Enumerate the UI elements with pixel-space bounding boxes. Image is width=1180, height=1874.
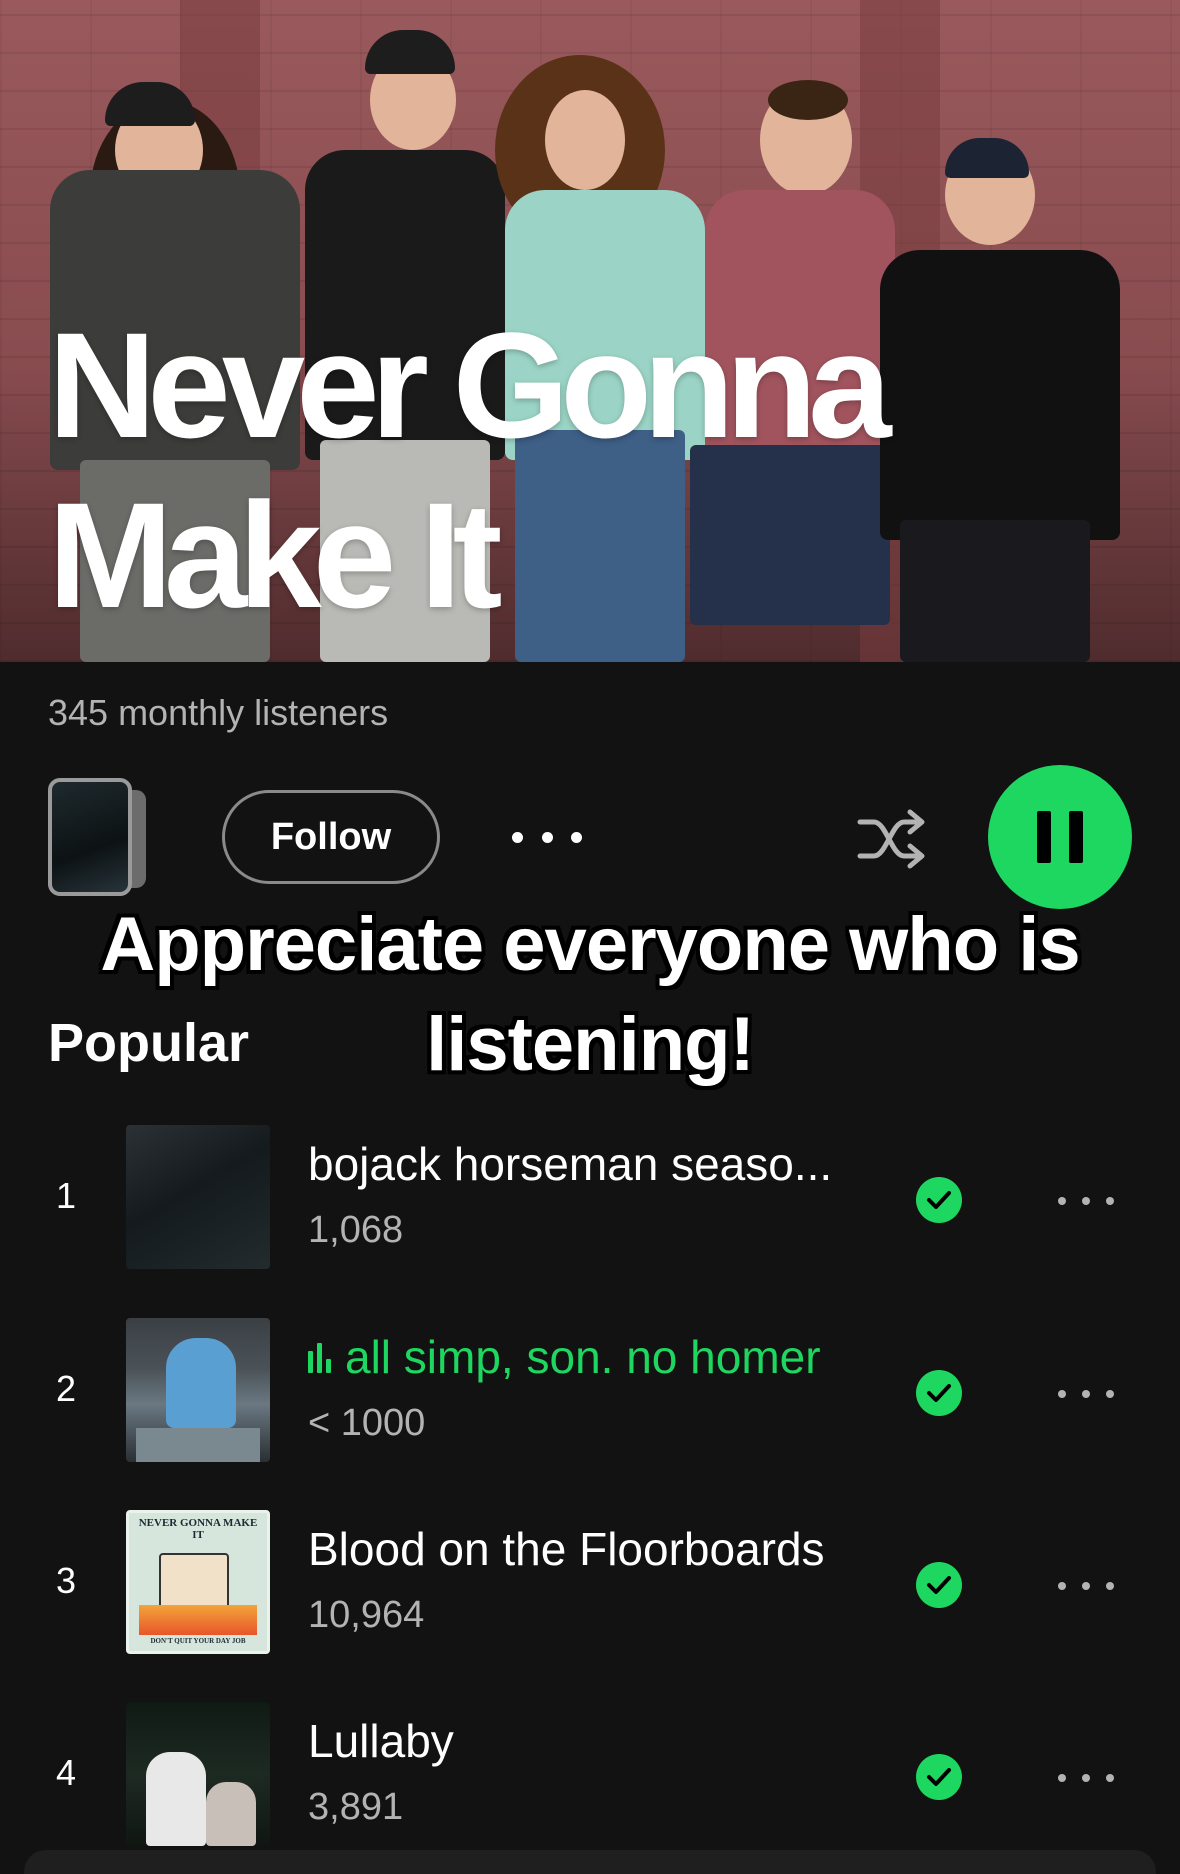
equalizer-bar xyxy=(317,1343,322,1373)
more-options-button[interactable] xyxy=(512,810,582,864)
follow-button[interactable]: Follow xyxy=(222,790,440,884)
track-more-button[interactable] xyxy=(1058,1388,1114,1400)
more-icon xyxy=(1058,1582,1066,1590)
equalizer-bar xyxy=(308,1351,313,1373)
cover-ground xyxy=(136,1428,260,1462)
track-row[interactable]: 1 bojack horseman seaso... 1,068 xyxy=(0,1125,1180,1275)
check-icon xyxy=(927,1768,951,1786)
more-icon xyxy=(1058,1197,1066,1205)
track-title: bojack horseman seaso... xyxy=(308,1138,833,1190)
track-cover-art xyxy=(126,1125,270,1269)
more-icon-dot xyxy=(1106,1582,1114,1590)
track-play-count: < 1000 xyxy=(308,1402,426,1444)
shuffle-icon xyxy=(857,809,925,869)
more-icon-dot xyxy=(1082,1390,1090,1398)
more-icon-dot xyxy=(1082,1197,1090,1205)
track-row[interactable]: 2 all simp, son. no homer < 1000 xyxy=(0,1318,1180,1468)
more-icon-dot xyxy=(1106,1774,1114,1782)
more-icon-dot xyxy=(1106,1390,1114,1398)
more-icon-dot xyxy=(1106,1197,1114,1205)
equalizer-icon xyxy=(308,1343,331,1373)
cover-art-subtitle: DON'T QUIT YOUR DAY JOB xyxy=(150,1637,246,1645)
track-cover-art xyxy=(126,1318,270,1462)
track-play-count: 3,891 xyxy=(308,1786,404,1828)
shark-costume xyxy=(166,1338,236,1428)
saved-check-button[interactable] xyxy=(916,1177,962,1223)
cover-flames xyxy=(139,1605,257,1635)
track-more-button[interactable] xyxy=(1058,1195,1114,1207)
track-title: all simp, son. no homer xyxy=(345,1331,821,1383)
track-row[interactable]: 4 Lullaby 3,891 xyxy=(0,1702,1180,1852)
track-title-now-playing: all simp, son. no homer xyxy=(308,1330,821,1384)
track-more-button[interactable] xyxy=(1058,1580,1114,1592)
track-rank: 1 xyxy=(56,1175,77,1216)
overlay-caption: Appreciate everyone who is listening! xyxy=(100,902,1080,1087)
more-icon-dot xyxy=(541,831,553,843)
pause-icon-bar xyxy=(1069,811,1083,863)
pause-button[interactable] xyxy=(988,765,1132,909)
cover-desk-figure xyxy=(159,1553,229,1613)
artist-name: Never Gonna Make It xyxy=(48,301,892,639)
track-rank: 3 xyxy=(56,1560,77,1601)
more-icon xyxy=(512,831,523,843)
monthly-listeners: 345 monthly listeners xyxy=(48,692,389,733)
track-title: Blood on the Floorboards xyxy=(308,1523,825,1575)
cover-figure xyxy=(146,1752,206,1846)
track-rank: 4 xyxy=(56,1752,77,1793)
track-more-button[interactable] xyxy=(1058,1772,1114,1784)
mini-player-bar[interactable] xyxy=(24,1850,1156,1874)
equalizer-bar xyxy=(326,1359,331,1373)
saved-check-button[interactable] xyxy=(916,1754,962,1800)
check-icon xyxy=(927,1576,951,1594)
track-row[interactable]: 3 NEVER GONNA MAKE IT DON'T QUIT YOUR DA… xyxy=(0,1510,1180,1660)
check-icon xyxy=(927,1384,951,1402)
more-icon xyxy=(1058,1774,1066,1782)
band-member-head xyxy=(545,90,625,190)
check-icon xyxy=(927,1191,951,1209)
track-play-count: 10,964 xyxy=(308,1594,425,1636)
band-member-hair xyxy=(768,80,848,120)
saved-check-button[interactable] xyxy=(916,1562,962,1608)
track-cover-art xyxy=(126,1702,270,1846)
more-icon-dot xyxy=(1082,1582,1090,1590)
track-rank: 2 xyxy=(56,1368,77,1409)
more-icon-dot xyxy=(571,831,582,843)
artist-header-image: Never Gonna Make It xyxy=(0,0,1180,662)
band-member-cap xyxy=(365,30,455,74)
band-member-cap xyxy=(945,138,1029,178)
saved-check-button[interactable] xyxy=(916,1370,962,1416)
more-icon xyxy=(1058,1390,1066,1398)
track-play-count: 1,068 xyxy=(308,1209,404,1251)
more-icon-dot xyxy=(1082,1774,1090,1782)
pause-icon xyxy=(1037,811,1051,863)
cover-figure xyxy=(206,1782,256,1846)
latest-release-thumbnail[interactable] xyxy=(48,778,132,896)
track-cover-art: NEVER GONNA MAKE IT DON'T QUIT YOUR DAY … xyxy=(126,1510,270,1654)
cover-art-title: NEVER GONNA MAKE IT xyxy=(138,1517,258,1541)
track-title: Lullaby xyxy=(308,1715,454,1767)
shuffle-button[interactable] xyxy=(856,808,930,870)
